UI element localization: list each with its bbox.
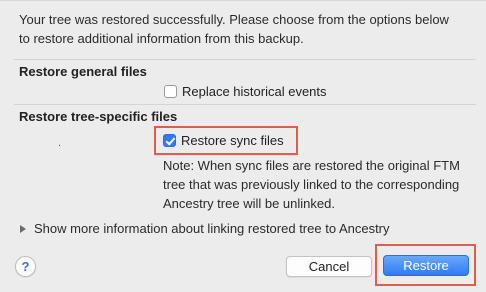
help-button[interactable]: ? (15, 256, 36, 277)
checkbox-checked-icon[interactable] (163, 134, 176, 147)
intro-text: Your tree was restored successfully. Ple… (19, 12, 449, 46)
cancel-button[interactable]: Cancel (286, 256, 372, 277)
checkbox-label: Replace historical events (182, 84, 327, 99)
disclosure-label: Show more information about linking rest… (34, 221, 390, 236)
checkbox-label: Restore sync files (181, 133, 284, 148)
restore-sync-files-checkbox[interactable]: Restore sync files (163, 133, 284, 148)
replace-historical-events-checkbox[interactable]: Replace historical events (164, 84, 327, 99)
restore-button[interactable]: Restore (383, 255, 469, 276)
divider (14, 59, 476, 60)
divider (14, 104, 476, 105)
section-title-tree-specific: Restore tree-specific files (19, 109, 178, 124)
stray-dot: . (58, 137, 62, 149)
window-top-border (0, 0, 486, 1)
show-more-info-disclosure[interactable]: Show more information about linking rest… (20, 221, 390, 236)
checkbox-unchecked-icon[interactable] (164, 85, 177, 98)
disclosure-triangle-icon[interactable] (20, 224, 26, 233)
section-title-general: Restore general files (19, 64, 147, 79)
sync-files-note: Note: When sync files are restored the o… (163, 158, 460, 211)
